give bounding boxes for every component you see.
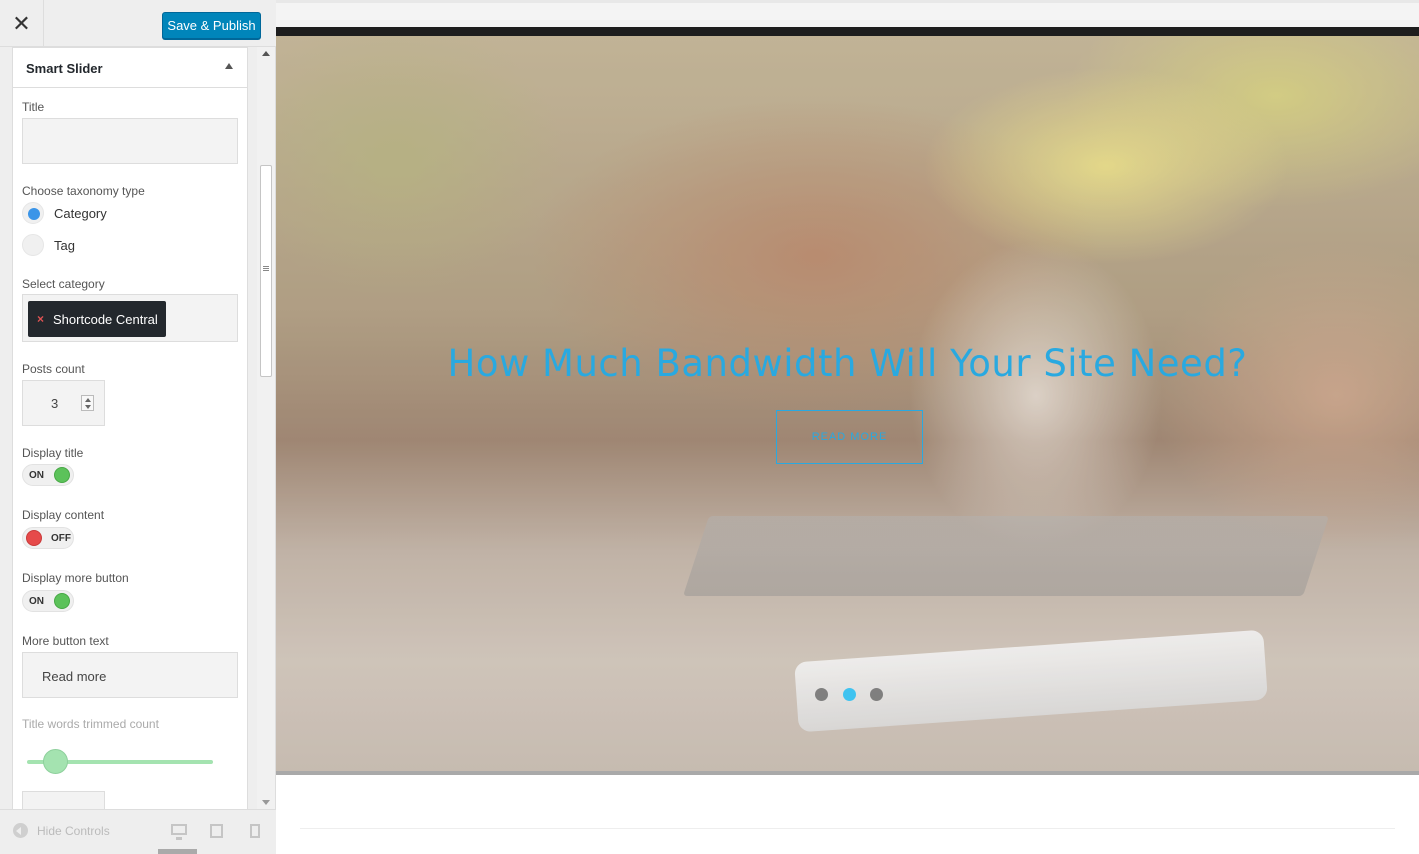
toggle-state: ON: [29, 596, 44, 607]
title-label: Title: [22, 100, 45, 114]
panel-header[interactable]: Smart Slider: [13, 47, 247, 88]
sidebar-header: ✕ Save & Publish: [0, 0, 276, 47]
panel-title: Smart Slider: [26, 61, 103, 76]
scroll-down-icon[interactable]: [262, 800, 270, 805]
site-header-bar: [276, 27, 1419, 36]
scrollbar-thumb[interactable]: [260, 165, 272, 377]
taxonomy-label: Choose taxonomy type: [22, 184, 145, 198]
trim-count-input[interactable]: [22, 791, 105, 809]
category-chip-label: Shortcode Central: [53, 311, 158, 327]
trim-slider-handle[interactable]: [43, 749, 68, 774]
hide-controls-label[interactable]: Hide Controls: [37, 824, 110, 838]
display-title-label: Display title: [22, 446, 84, 460]
content-divider: [300, 828, 1395, 829]
more-text-label: More button text: [22, 634, 109, 648]
read-more-button[interactable]: READ MORE: [776, 410, 923, 464]
toggle-knob: [26, 530, 42, 546]
smart-slider-panel: Smart Slider Title Choose taxonomy type …: [12, 47, 248, 809]
posts-count-stepper[interactable]: 3: [22, 380, 105, 426]
active-device-indicator: [158, 849, 197, 854]
display-title-toggle[interactable]: ON: [22, 464, 74, 486]
sidebar-scroll-area[interactable]: Smart Slider Title Choose taxonomy type …: [0, 47, 276, 809]
close-icon[interactable]: ✕: [0, 0, 44, 47]
hero-divider: [276, 771, 1419, 775]
desktop-icon[interactable]: [171, 824, 187, 840]
posts-count-value: 3: [51, 396, 59, 411]
save-publish-button[interactable]: Save & Publish: [162, 12, 261, 39]
slider-dot-1[interactable]: [815, 688, 828, 701]
stepper-arrows-icon[interactable]: [81, 395, 94, 411]
mobile-icon[interactable]: [250, 824, 260, 838]
sidebar-scrollbar[interactable]: [257, 47, 275, 809]
radio-tag-label: Tag: [54, 238, 75, 253]
hide-controls-icon[interactable]: [13, 823, 28, 838]
sidebar-footer: Hide Controls: [0, 809, 276, 854]
display-more-toggle[interactable]: ON: [22, 590, 74, 612]
toggle-state: ON: [29, 470, 44, 481]
customizer-sidebar: ✕ Save & Publish Smart Slider Title Choo…: [0, 0, 276, 854]
toggle-knob: [54, 467, 70, 483]
category-select[interactable]: × Shortcode Central: [22, 294, 238, 342]
hero-overlay: [276, 36, 1419, 772]
remove-chip-icon[interactable]: ×: [37, 312, 44, 326]
radio-category-label: Category: [54, 206, 107, 221]
select-category-label: Select category: [22, 277, 105, 291]
more-text-input[interactable]: Read more: [22, 652, 238, 698]
site-preview: How Much Bandwidth Will Your Site Need? …: [276, 0, 1419, 854]
radio-category[interactable]: [22, 202, 44, 224]
posts-count-label: Posts count: [22, 362, 85, 376]
scroll-up-icon[interactable]: [262, 51, 270, 56]
slider-dot-3[interactable]: [870, 688, 883, 701]
preview-top-strip: [276, 0, 1419, 27]
radio-tag[interactable]: [22, 234, 44, 256]
category-chip: × Shortcode Central: [28, 301, 166, 337]
more-text-value: Read more: [42, 669, 107, 684]
slide-title[interactable]: How Much Bandwidth Will Your Site Need?: [276, 342, 1419, 385]
display-content-toggle[interactable]: OFF: [22, 527, 74, 549]
toggle-knob: [54, 593, 70, 609]
title-input[interactable]: [22, 118, 238, 164]
hero-slide: How Much Bandwidth Will Your Site Need? …: [276, 36, 1419, 772]
tablet-icon[interactable]: [210, 824, 223, 838]
slider-dot-2[interactable]: [843, 688, 856, 701]
display-content-label: Display content: [22, 508, 105, 522]
trim-label: Title words trimmed count: [22, 717, 159, 731]
display-more-label: Display more button: [22, 571, 129, 585]
collapse-arrow-icon[interactable]: [225, 63, 233, 69]
toggle-state: OFF: [51, 533, 71, 544]
